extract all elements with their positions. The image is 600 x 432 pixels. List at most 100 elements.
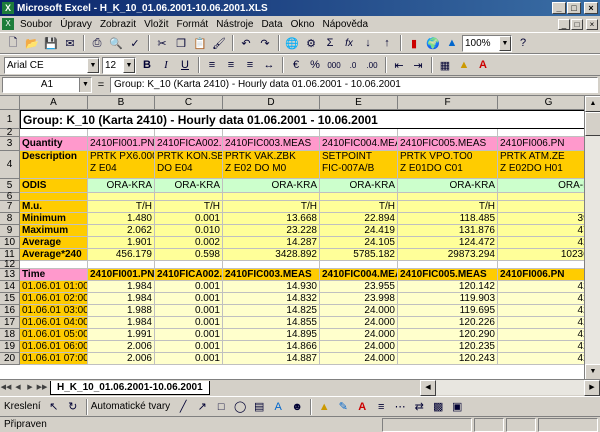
data-cell[interactable]: 0.001 [155,353,223,365]
empty-cell[interactable] [88,193,155,201]
drawing-icon[interactable]: ▲ [443,34,461,52]
open-icon[interactable]: 📂 [23,34,41,52]
row-header[interactable]: 4 [0,151,20,179]
shadow-icon[interactable]: ▩ [429,398,447,416]
mu-label[interactable]: M.u. [20,201,88,213]
row-header[interactable]: 7 [0,201,20,213]
average-label[interactable]: Average [20,237,88,249]
bold-button[interactable]: B [138,56,156,74]
increase-indent-icon[interactable]: ⇥ [409,56,427,74]
menu-format[interactable]: Formát [173,19,213,30]
data-cell[interactable]: 120.142 [398,281,498,293]
data-cell[interactable]: 120.235 [398,341,498,353]
data-cell[interactable]: 120.243 [398,353,498,365]
help-icon[interactable]: ? [514,34,532,52]
mu-cell[interactable]: T/H [88,201,155,213]
time-cell[interactable]: 01.06.01 03:00 [20,305,88,317]
scroll-thumb[interactable] [585,112,600,136]
fill-color-icon[interactable]: ▲ [315,398,333,416]
time-cell[interactable]: 01.06.01 05:00 [20,329,88,341]
time-header-cell[interactable]: 2410FIC005.MEAS [398,269,498,281]
empty-cell[interactable] [223,261,320,269]
maximize-button[interactable]: □ [567,2,581,14]
excel-app-icon[interactable]: X [2,2,14,14]
oval-icon[interactable]: ◯ [231,398,249,416]
data-cell[interactable]: 1.984 [88,281,155,293]
data-cell[interactable]: 1.984 [88,293,155,305]
odis-label[interactable]: ODIS [20,179,88,193]
currency-icon[interactable]: € [287,56,305,74]
time-header-cell[interactable]: 2410FI001.PNT [88,269,155,281]
time-cell[interactable]: 01.06.01 02:00 [20,293,88,305]
data-cell[interactable]: 2.006 [88,353,155,365]
menu-napoveda[interactable]: Nápověda [318,19,372,30]
quantity-cell[interactable]: 2410FIC004.MEAS [320,137,398,151]
empty-cell[interactable] [20,129,88,137]
chart-wizard-icon[interactable]: ▮ [405,34,423,52]
name-box[interactable]: A1 ▼ [2,77,92,93]
chevron-down-icon[interactable]: ▼ [499,35,511,51]
doc-close-button[interactable]: × [586,18,598,30]
doc-restore-button[interactable]: □ [571,18,583,30]
row-header[interactable]: 19 [0,341,20,353]
menu-nastroje[interactable]: Nástroje [212,19,257,30]
data-cell[interactable]: 14.825 [223,305,320,317]
empty-cell[interactable] [155,261,223,269]
minimum-cell[interactable]: 0.001 [155,213,223,225]
quantity-cell[interactable]: 2410FI001.PNT [88,137,155,151]
autoshapes-menu[interactable]: Automatické tvary [91,401,170,412]
equals-icon[interactable]: = [92,79,110,91]
zoom-select[interactable]: 100% ▼ [462,34,512,52]
line-icon[interactable]: ╱ [174,398,192,416]
data-cell[interactable]: 1.991 [88,329,155,341]
data-cell[interactable]: 24.000 [320,305,398,317]
minimum-label[interactable]: Minimum [20,213,88,225]
description-cell[interactable]: PRTK VAK.ZBK Z E02 DO M0 [223,151,320,179]
row-header[interactable]: 20 [0,353,20,365]
description-cell[interactable]: PRTK VPO.TO0 Z E01DO C01 [398,151,498,179]
row-header[interactable]: 13 [0,269,20,281]
new-icon[interactable]: 🗋 [4,34,22,52]
maximum-cell[interactable]: 24.419 [320,225,398,237]
increase-decimal-icon[interactable]: .0 [344,56,362,74]
average240-cell[interactable]: 456.179 [88,249,155,261]
minimum-cell[interactable]: 22.894 [320,213,398,225]
time-header-cell[interactable]: 2410FIC004.MEAS [320,269,398,281]
time-header-cell[interactable]: 2410FIC003.MEAS [223,269,320,281]
empty-cell[interactable] [155,193,223,201]
copy-icon[interactable]: ❐ [172,34,190,52]
average240-cell[interactable]: 3428.892 [223,249,320,261]
data-cell[interactable]: 1.984 [88,317,155,329]
scroll-up-icon[interactable]: ▲ [585,96,600,112]
row-header[interactable]: 18 [0,329,20,341]
scroll-left-icon[interactable]: ◀ [420,380,436,396]
odis-cell[interactable]: ORA-KRA [155,179,223,193]
column-header[interactable]: B [88,96,155,110]
row-header[interactable]: 2 [0,128,20,138]
average-cell[interactable]: 124.472 [398,237,498,249]
sheet-tab[interactable]: H_K_10_01.06.2001-10.06.2001 [50,380,210,395]
empty-cell[interactable] [398,261,498,269]
mu-cell[interactable]: T/H [398,201,498,213]
font-color-icon[interactable]: A [474,56,492,74]
align-center-icon[interactable]: ≡ [222,56,240,74]
font-select[interactable]: Arial CE ▼ [4,56,100,74]
print-icon[interactable]: ⎙ [88,34,106,52]
average-cell[interactable]: 14.287 [223,237,320,249]
italic-button[interactable]: I [157,56,175,74]
description-cell[interactable]: PRTK PX6.000 Z E04 [88,151,155,179]
average240-cell[interactable]: 0.598 [155,249,223,261]
save-icon[interactable]: 💾 [42,34,60,52]
undo-icon[interactable]: ↶ [237,34,255,52]
minimum-cell[interactable]: 1.480 [88,213,155,225]
data-cell[interactable]: 14.866 [223,341,320,353]
row-header[interactable]: 15 [0,293,20,305]
menu-okno[interactable]: Okno [287,19,319,30]
scroll-down-icon[interactable]: ▼ [585,364,600,379]
vertical-scrollbar[interactable]: ▲ ▼ [584,96,600,379]
odis-cell[interactable]: ORA-KRA [398,179,498,193]
scroll-right-icon[interactable]: ▶ [584,380,600,396]
menu-data[interactable]: Data [257,19,286,30]
chevron-down-icon[interactable]: ▼ [87,57,99,73]
data-cell[interactable]: 14.895 [223,329,320,341]
